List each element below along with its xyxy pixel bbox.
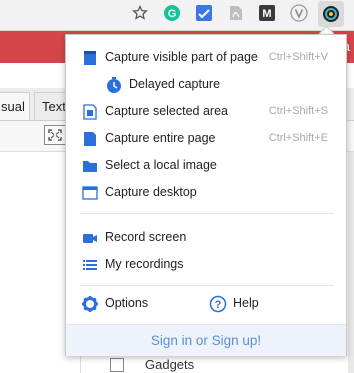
m-extension-icon[interactable]: M [258,4,276,22]
record-screen-item[interactable]: Record screen [66,225,346,251]
gadgets-label: Gadgets [145,357,195,372]
delayed-capture-item[interactable]: Delayed capture [66,72,346,98]
video-camera-icon [82,230,98,246]
menu-shortcut: Ctrl+Shift+S [268,105,328,117]
list-icon [82,257,98,273]
menu-label: Capture selected area [105,104,228,118]
capture-selected-item[interactable]: Capture selected area Ctrl+Shift+S [66,99,346,125]
star-icon[interactable] [131,4,149,22]
screenshot-extension-icon[interactable] [318,1,344,27]
svg-text:?: ? [215,299,222,311]
clock-icon [106,77,122,93]
capture-entire-item[interactable]: Capture entire page Ctrl+Shift+E [66,126,346,152]
window-icon [82,185,98,201]
menu-label: Capture desktop [105,185,197,199]
help-item[interactable]: ? Help [209,294,279,316]
browser-toolbar: G M [0,0,354,31]
select-local-image-item[interactable]: Select a local image [66,153,346,179]
gadgets-row [108,355,348,373]
pdf-icon[interactable] [227,4,245,22]
v-extension-icon[interactable] [290,4,308,22]
capture-popup: Capture visible part of page Ctrl+Shift+… [65,34,347,356]
my-recordings-item[interactable]: My recordings [66,252,346,278]
help-label: Help [233,296,259,310]
capture-desktop-item[interactable]: Capture desktop [66,180,346,206]
options-item[interactable]: Options [81,294,171,316]
check-extension-icon[interactable] [195,4,213,22]
menu-label: My recordings [105,257,184,271]
page-icon [82,50,98,66]
menu-shortcut: Ctrl+Shift+V [268,51,328,63]
grammarly-icon[interactable]: G [163,4,181,22]
menu-label: Capture entire page [105,131,216,145]
options-label: Options [105,296,149,310]
tab-visual[interactable]: sual [0,92,30,120]
menu-label: Delayed capture [129,77,221,91]
selection-icon [82,104,98,120]
menu-divider [80,213,334,214]
help-icon: ? [209,295,227,313]
fullscreen-icon[interactable] [44,125,66,145]
capture-visible-item[interactable]: Capture visible part of page Ctrl+Shift+… [66,45,346,71]
menu-label: Select a local image [105,158,217,172]
menu-label: Record screen [105,230,187,244]
menu-label: Capture visible part of page [105,50,258,64]
menu-divider [80,285,334,286]
svg-text:G: G [168,8,177,20]
svg-text:M: M [262,8,271,20]
sign-in-link[interactable]: Sign in or Sign up! [151,333,261,348]
gadgets-checkbox[interactable] [110,358,124,372]
page-scrollbar[interactable] [348,152,354,373]
popup-footer: Sign in or Sign up! [66,324,346,356]
page-full-icon [82,131,98,147]
menu-shortcut: Ctrl+Shift+E [268,132,328,144]
folder-icon [82,158,98,174]
gear-icon [81,295,99,313]
